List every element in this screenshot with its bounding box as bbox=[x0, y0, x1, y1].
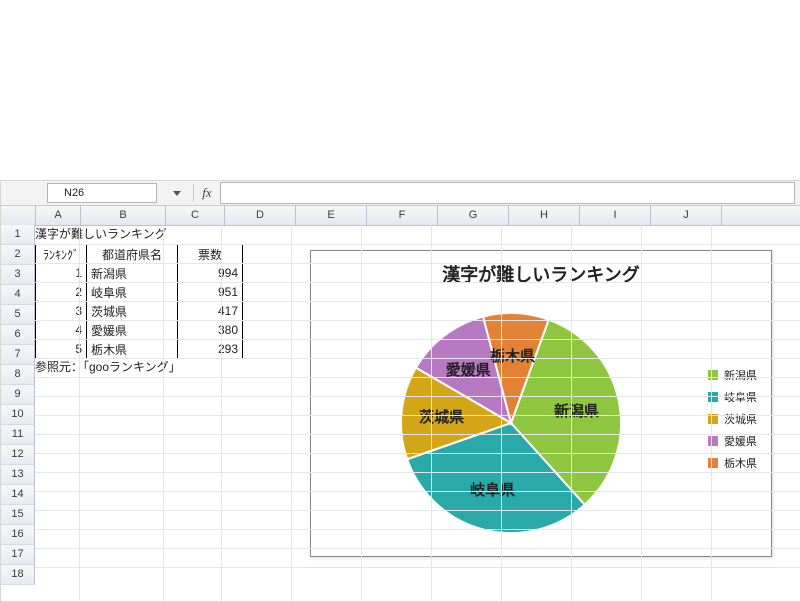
legend-swatch bbox=[708, 370, 718, 380]
cell-votes[interactable]: 417 bbox=[178, 302, 243, 321]
legend-label: 岐阜県 bbox=[724, 389, 757, 405]
table-header-row: ﾗﾝｷﾝｸﾞ 都道府県名 票数 bbox=[36, 245, 243, 264]
row-header-6[interactable]: 6 bbox=[1, 325, 35, 345]
row-header-3[interactable]: 3 bbox=[1, 265, 35, 285]
row-header-17[interactable]: 17 bbox=[1, 545, 35, 565]
legend-label: 愛媛県 bbox=[724, 433, 757, 449]
legend-label: 茨城県 bbox=[724, 411, 757, 427]
cell-votes[interactable]: 994 bbox=[178, 264, 243, 283]
select-all-corner[interactable] bbox=[1, 206, 36, 225]
table-row: 2岐阜県951 bbox=[36, 283, 243, 302]
row-header-13[interactable]: 13 bbox=[1, 465, 35, 485]
cells[interactable]: 漢字が難しいランキング ﾗﾝｷﾝｸﾞ 都道府県名 票数 1新潟県9942岐阜県9… bbox=[35, 225, 800, 601]
table-row: 1新潟県994 bbox=[36, 264, 243, 283]
col-header-I[interactable]: I bbox=[580, 206, 651, 225]
col-header-D[interactable]: D bbox=[225, 206, 296, 225]
grid-area: 123456789101112131415161718 漢字が難しいランキング … bbox=[1, 225, 800, 601]
col-header-F[interactable]: F bbox=[367, 206, 438, 225]
row-header-16[interactable]: 16 bbox=[1, 525, 35, 545]
col-votes[interactable]: 票数 bbox=[178, 245, 243, 264]
table-row: 5栃木県293 bbox=[36, 340, 243, 359]
legend-label: 栃木県 bbox=[724, 455, 757, 471]
row-header-7[interactable]: 7 bbox=[1, 345, 35, 365]
spreadsheet-window: N26 fx ABCDEFGHIJ 1234567891011121314151… bbox=[0, 180, 800, 602]
col-header-E[interactable]: E bbox=[296, 206, 367, 225]
slice-label: 新潟県 bbox=[554, 400, 599, 421]
legend-item: 愛媛県 bbox=[708, 433, 757, 449]
legend-item: 栃木県 bbox=[708, 455, 757, 471]
row-header-8[interactable]: 8 bbox=[1, 365, 35, 385]
row-header-5[interactable]: 5 bbox=[1, 305, 35, 325]
cell-title[interactable]: 漢字が難しいランキング bbox=[35, 225, 285, 244]
col-header-A[interactable]: A bbox=[36, 206, 81, 225]
row-header-4[interactable]: 4 bbox=[1, 285, 35, 305]
legend-item: 新潟県 bbox=[708, 367, 757, 383]
chart-legend: 新潟県岐阜県茨城県愛媛県栃木県 bbox=[708, 361, 757, 477]
name-box[interactable]: N26 bbox=[47, 183, 157, 203]
row-header-12[interactable]: 12 bbox=[1, 445, 35, 465]
name-box-dropdown-icon[interactable] bbox=[173, 191, 181, 196]
row-header-2[interactable]: 2 bbox=[1, 245, 35, 265]
row-header-10[interactable]: 10 bbox=[1, 405, 35, 425]
col-header-C[interactable]: C bbox=[166, 206, 225, 225]
cell-votes[interactable]: 293 bbox=[178, 340, 243, 359]
legend-item: 茨城県 bbox=[708, 411, 757, 427]
row-header-1[interactable]: 1 bbox=[1, 225, 35, 245]
chart-title: 漢字が難しいランキング bbox=[311, 261, 771, 287]
col-header-J[interactable]: J bbox=[651, 206, 722, 225]
col-header-B[interactable]: B bbox=[81, 206, 166, 225]
row-header-15[interactable]: 15 bbox=[1, 505, 35, 525]
slice-label: 栃木県 bbox=[490, 345, 535, 366]
fx-icon[interactable]: fx bbox=[198, 185, 216, 201]
column-headers: ABCDEFGHIJ bbox=[1, 206, 800, 226]
cell-votes[interactable]: 380 bbox=[178, 321, 243, 340]
col-header-H[interactable]: H bbox=[509, 206, 580, 225]
table-row: 3茨城県417 bbox=[36, 302, 243, 321]
legend-swatch bbox=[708, 458, 718, 468]
legend-swatch bbox=[708, 392, 718, 402]
col-header-G[interactable]: G bbox=[438, 206, 509, 225]
cell-source[interactable]: 参照元：「gooランキング」 bbox=[35, 358, 295, 377]
row-header-9[interactable]: 9 bbox=[1, 385, 35, 405]
row-headers: 123456789101112131415161718 bbox=[1, 225, 35, 585]
legend-label: 新潟県 bbox=[724, 367, 757, 383]
row-header-18[interactable]: 18 bbox=[1, 565, 35, 585]
active-cell-ref: N26 bbox=[64, 187, 84, 199]
cell-votes[interactable]: 951 bbox=[178, 283, 243, 302]
legend-item: 岐阜県 bbox=[708, 389, 757, 405]
legend-swatch bbox=[708, 436, 718, 446]
formula-input[interactable] bbox=[220, 182, 795, 204]
formula-bar: N26 fx bbox=[1, 181, 800, 206]
slice-label: 茨城県 bbox=[419, 406, 464, 427]
table-row: 4愛媛県380 bbox=[36, 321, 243, 340]
row-header-11[interactable]: 11 bbox=[1, 425, 35, 445]
row-header-14[interactable]: 14 bbox=[1, 485, 35, 505]
slice-label: 岐阜県 bbox=[470, 479, 515, 500]
separator bbox=[193, 184, 194, 202]
